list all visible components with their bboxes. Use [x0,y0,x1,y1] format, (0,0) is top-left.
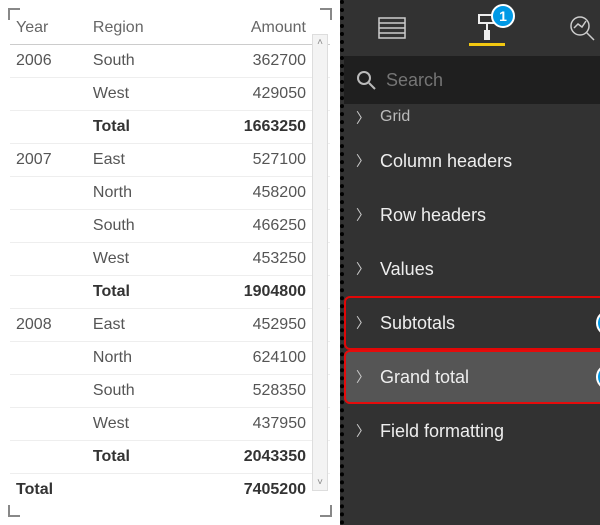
cell-region: East [87,144,185,177]
section-grid[interactable]: 〉 Grid [344,104,600,134]
cell-year [10,375,87,408]
section-values[interactable]: 〉 Values [344,242,600,296]
table-row: West437950 [10,408,330,441]
cell-year [10,210,87,243]
cell-amount: 466250 [185,210,330,243]
table-row: West453250 [10,243,330,276]
table-row: Total2043350 [10,441,330,474]
section-grand-total[interactable]: 〉 Grand total 2 [344,350,600,404]
cell-amount: 437950 [185,408,330,441]
cell-year [10,78,87,111]
scroll-up-icon[interactable]: ˄ [317,35,323,50]
chevron-right-icon: 〉 [356,259,370,279]
col-header-year[interactable]: Year [10,12,87,45]
section-label: Grid [380,108,410,126]
cell-year: 2007 [10,144,87,177]
cell-amount: 624100 [185,342,330,375]
cell-amount: 362700 [185,45,330,78]
cell-year: 2008 [10,309,87,342]
cell-amount: 1904800 [185,276,330,309]
matrix-table: Year Region Amount 2006South362700West42… [10,12,330,506]
cell-region: West [87,243,185,276]
table-row: 2007East527100 [10,144,330,177]
cell-year [10,177,87,210]
cell-amount: 429050 [185,78,330,111]
section-label: Values [380,259,434,280]
search-input[interactable] [386,70,600,91]
table-row: South466250 [10,210,330,243]
format-search[interactable] [344,56,600,104]
chevron-right-icon: 〉 [356,421,370,441]
cell-region: East [87,309,185,342]
cell-year [10,342,87,375]
format-tab[interactable]: 1 [469,10,505,46]
table-row: South528350 [10,375,330,408]
cell-region: Total [87,111,185,144]
cell-region: North [87,342,185,375]
section-label: Column headers [380,151,512,172]
analytics-tab[interactable] [564,10,600,46]
cell-region: South [87,210,185,243]
matrix-visual[interactable]: Year Region Amount 2006South362700West42… [8,8,332,517]
annotation-badge-2: 2 [596,310,600,336]
section-label: Row headers [380,205,486,226]
cell-amount: 458200 [185,177,330,210]
chevron-right-icon: 〉 [356,367,370,387]
cell-year: 2006 [10,45,87,78]
table-row: 2006South362700 [10,45,330,78]
cell-year [10,408,87,441]
search-icon [356,70,376,90]
section-field-formatting[interactable]: 〉 Field formatting [344,404,600,458]
section-label: Field formatting [380,421,504,442]
col-header-amount[interactable]: Amount [185,12,330,45]
cell-region: North [87,177,185,210]
grand-total-value: 7405200 [185,474,330,507]
cell-region: West [87,78,185,111]
table-row: 2008East452950 [10,309,330,342]
cell-year [10,441,87,474]
cell-region: Total [87,441,185,474]
section-label: Grand total [380,367,469,388]
table-row: Total1904800 [10,276,330,309]
table-row: North624100 [10,342,330,375]
fields-tab[interactable] [374,10,410,46]
grand-total-label: Total [10,474,87,507]
cell-amount: 528350 [185,375,330,408]
cell-region: South [87,375,185,408]
format-sections: 〉 Grid 〉 Column headers 〉 Row headers 〉 … [344,104,600,525]
cell-year [10,276,87,309]
annotation-badge-2b: 2 [596,364,600,390]
cell-year [10,111,87,144]
cell-amount: 2043350 [185,441,330,474]
table-row: North458200 [10,177,330,210]
cell-region: Total [87,276,185,309]
annotation-badge-1: 1 [491,4,515,28]
cell-region: West [87,408,185,441]
table-row: Total1663250 [10,111,330,144]
cell-region: South [87,45,185,78]
cell-amount: 452950 [185,309,330,342]
cell-amount: 527100 [185,144,330,177]
col-header-region[interactable]: Region [87,12,185,45]
cell-year [10,243,87,276]
section-column-headers[interactable]: 〉 Column headers [344,134,600,188]
chevron-right-icon: 〉 [356,108,370,128]
chevron-right-icon: 〉 [356,205,370,225]
chevron-right-icon: 〉 [356,151,370,171]
scroll-down-icon[interactable]: ˅ [317,475,323,490]
grand-total-row: Total 7405200 [10,474,330,507]
visualizations-format-pane: 1 〉 Grid 〉 Column headers 〉 Row headers … [340,0,600,525]
section-subtotals[interactable]: 〉 Subtotals 2 [344,296,600,350]
report-canvas: Year Region Amount 2006South362700West42… [0,0,340,525]
section-label: Subtotals [380,313,455,334]
cell-amount: 453250 [185,243,330,276]
chevron-right-icon: 〉 [356,313,370,333]
vertical-scrollbar[interactable]: ˄ ˅ [312,34,328,491]
section-row-headers[interactable]: 〉 Row headers [344,188,600,242]
table-row: West429050 [10,78,330,111]
pane-tabs: 1 [344,0,600,56]
cell-amount: 1663250 [185,111,330,144]
